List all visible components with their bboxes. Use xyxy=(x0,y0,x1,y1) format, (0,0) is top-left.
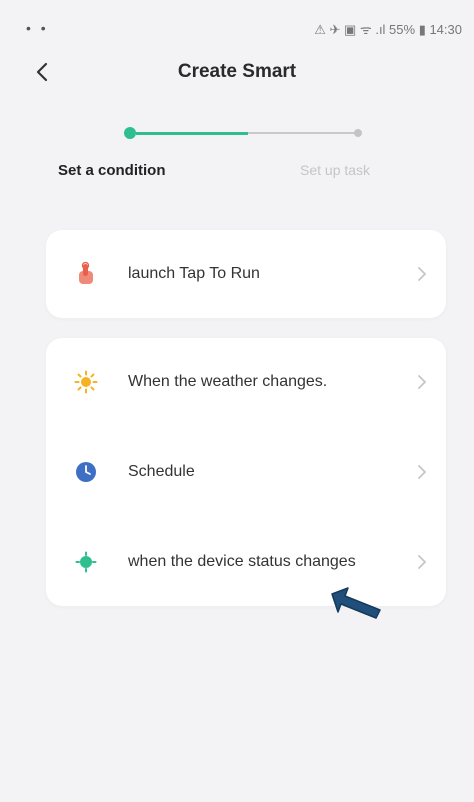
step-dot-active xyxy=(124,127,136,139)
status-right-info: ⚠ ✈ ▣ ᯤ .ıl 55% ▮ 14:30 xyxy=(314,22,462,37)
condition-label: when the device status changes xyxy=(128,553,356,570)
condition-card-primary: launch Tap To Run xyxy=(46,230,446,318)
condition-card-secondary: When the weather changes. Schedule when … xyxy=(46,338,446,606)
status-bar: • • ⚠ ✈ ▣ ᯤ .ıl 55% ▮ 14:30 xyxy=(0,0,474,44)
chevron-right-icon xyxy=(418,465,427,479)
step-label-set-up-task: Set up task xyxy=(300,162,371,178)
condition-row-schedule[interactable]: Schedule xyxy=(46,428,446,516)
stepper: Set a condition Set up task xyxy=(0,120,474,190)
device-icon xyxy=(74,550,98,574)
stepper-progress-line xyxy=(136,132,248,135)
chevron-right-icon xyxy=(418,267,427,281)
condition-label: When the weather changes. xyxy=(128,373,328,390)
hand-tap-icon xyxy=(74,262,98,286)
pointer-arrow-icon xyxy=(331,587,381,619)
step-label-set-condition: Set a condition xyxy=(58,162,166,179)
stepper-remaining-line xyxy=(248,132,358,134)
condition-row-device-status[interactable]: when the device status changes xyxy=(46,518,446,606)
condition-row-weather[interactable]: When the weather changes. xyxy=(46,338,446,426)
header: Create Smart xyxy=(0,50,474,94)
sun-icon xyxy=(74,370,98,394)
page-title: Create Smart xyxy=(177,61,297,82)
condition-label: launch Tap To Run xyxy=(128,265,260,282)
clock-icon xyxy=(74,460,98,484)
chevron-right-icon xyxy=(418,555,427,569)
step-dot-inactive xyxy=(354,129,362,137)
condition-row-tap-to-run[interactable]: launch Tap To Run xyxy=(46,230,446,318)
status-left-icons: • • xyxy=(26,20,49,36)
condition-label: Schedule xyxy=(128,463,195,480)
chevron-right-icon xyxy=(418,375,427,389)
